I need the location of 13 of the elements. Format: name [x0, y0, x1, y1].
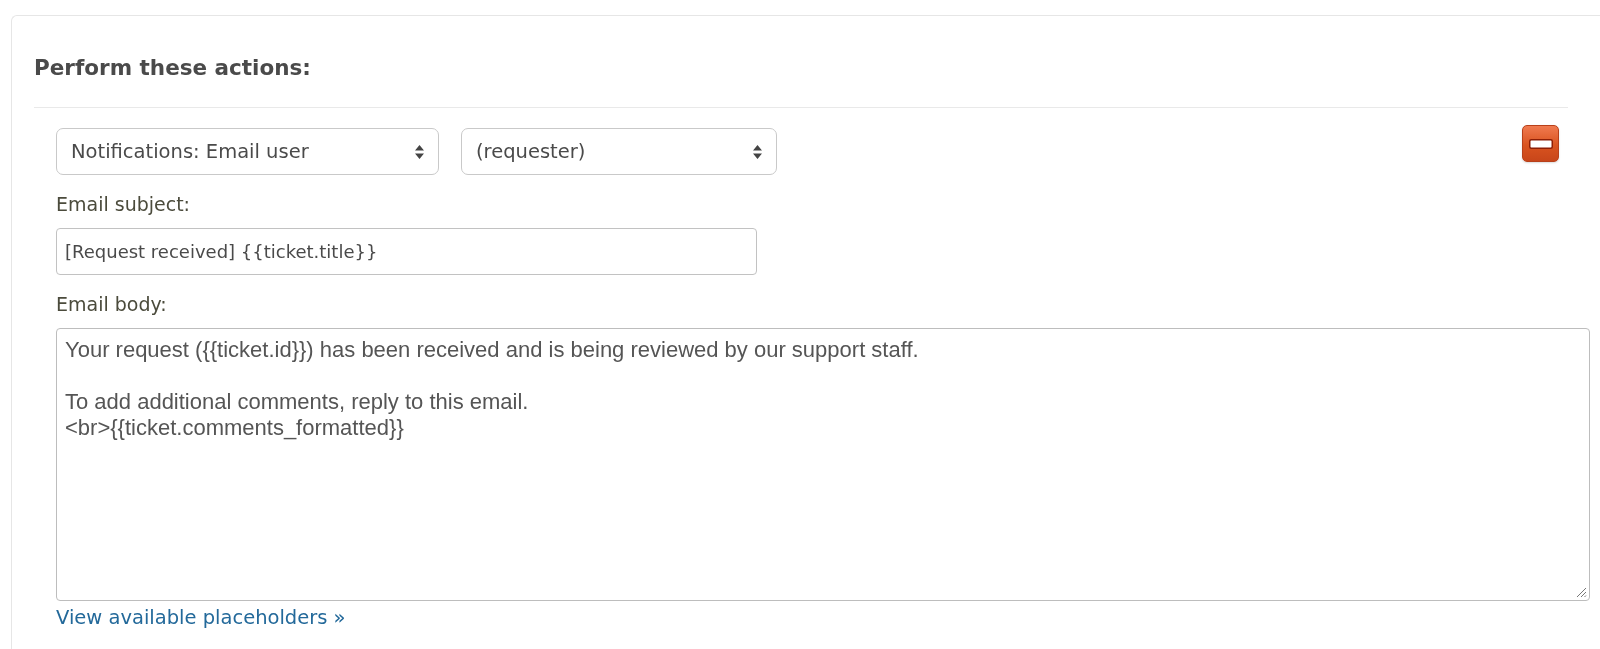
up-down-caret-icon [415, 144, 424, 159]
up-down-caret-icon [753, 144, 762, 159]
text-input-field[interactable]: [Request received] {{ticket.title}} [56, 228, 757, 275]
placeholders-link[interactable]: View available placeholders » [56, 606, 346, 630]
field-label: Email body: [56, 292, 167, 316]
dropdown-select[interactable]: Notifications: Email user [56, 128, 439, 175]
dropdown-select[interactable]: (requester) [461, 128, 777, 175]
minus-icon [1528, 138, 1553, 149]
section-title: Perform these actions: [34, 55, 311, 81]
remove-button[interactable] [1522, 125, 1559, 162]
resize-grip-icon [1576, 587, 1587, 598]
field-label: Email subject: [56, 192, 191, 216]
textarea-field[interactable]: Your request ({{ticket.id}}) has been received and is being reviewed by our support staff. To add additional comments, reply to this email. <br>{{ticket.comments_formatted}} [56, 328, 1590, 601]
